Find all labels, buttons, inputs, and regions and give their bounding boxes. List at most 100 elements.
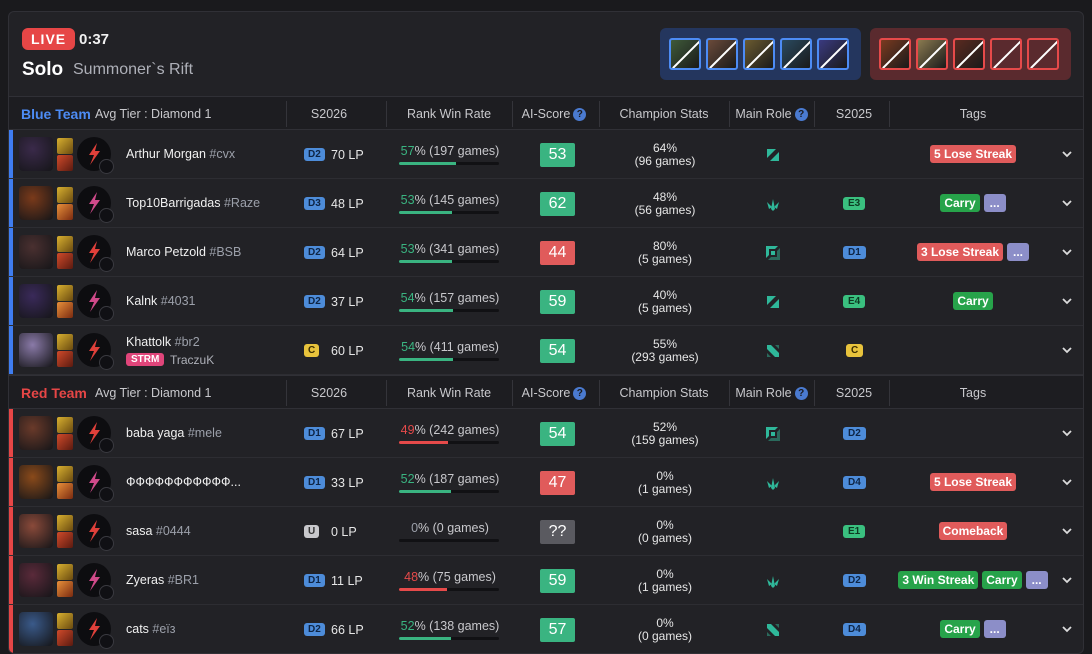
rank-win-rate: 54% (411 games)	[399, 340, 501, 354]
previous-season-badge: C	[846, 344, 864, 357]
player-row[interactable]: Khattolk #br2 STRM TraczuK C 60 LP 54% (411 g…	[9, 326, 1083, 375]
map-name: Summoner`s Rift	[73, 61, 194, 78]
champion-icon	[19, 416, 53, 450]
summoner-name[interactable]: cats #eïз	[126, 622, 176, 636]
game-timer: 0:37	[79, 31, 110, 48]
column-header-main_role[interactable]: Main Role?	[729, 107, 814, 121]
secondary-rune-icon	[99, 634, 114, 649]
summoner-name[interactable]: baba yaga #mele	[126, 426, 222, 440]
player-row[interactable]: baba yaga #mele D1 67 LP 49% (242 games) 54 5…	[9, 409, 1083, 458]
win-rate-bar-fill	[399, 162, 456, 165]
win-rate-games: % (157 games)	[414, 291, 500, 305]
summoner-name[interactable]: sasa #0444	[126, 524, 191, 538]
champion-icon	[19, 284, 53, 318]
summoner-spell-icon	[57, 532, 73, 548]
win-rate-bar-fill	[399, 260, 452, 263]
summoner-tag: #4031	[160, 294, 196, 308]
rank-win-rate: 0% (0 games)	[399, 521, 501, 535]
team-color-bar	[9, 326, 13, 374]
help-icon[interactable]: ?	[794, 387, 808, 400]
win-rate-games: % (411 games)	[415, 340, 499, 354]
win-rate-bar	[399, 588, 499, 591]
win-rate-bar-fill	[399, 441, 448, 444]
column-header-ai_score[interactable]: AI-Score?	[509, 107, 599, 121]
rank-win-rate: 53% (145 games)	[399, 193, 501, 207]
player-row[interactable]: cats #eïз D2 66 LP 52% (138 games) 57 0% (0 ga…	[9, 605, 1083, 653]
player-row[interactable]: Kalnk #4031 D2 37 LP 54% (157 games) 59 40% (5…	[9, 277, 1083, 326]
streamer-alias[interactable]: TraczuK	[170, 353, 214, 367]
avg-tier: Avg Tier : Diamond 1	[95, 386, 212, 400]
win-rate-games: % (242 games)	[414, 423, 500, 437]
ban-slot-icon	[817, 38, 849, 70]
champion-games: (1 games)	[637, 482, 693, 496]
previous-season-badge: E1	[843, 525, 866, 538]
summoner-name[interactable]: Arthur Morgan #cvx	[126, 147, 235, 161]
win-rate-percent: 52	[400, 619, 415, 633]
more-tags-button[interactable]: ...	[983, 194, 1006, 212]
win-rate-bar	[399, 309, 499, 312]
player-row[interactable]: Marco Petzold #BSB D2 64 LP 53% (341 games)…	[9, 228, 1083, 277]
champion-stats: 80% (5 games)	[614, 240, 716, 266]
rank-tier-badge: D2	[304, 148, 325, 161]
champion-icon	[19, 137, 53, 171]
chevron-down-icon[interactable]	[1061, 344, 1073, 356]
win-rate-percent: 57	[400, 144, 415, 158]
player-row[interactable]: Arthur Morgan #cvx D2 70 LP 57% (197 games)…	[9, 130, 1083, 179]
team-color-bar	[9, 228, 13, 276]
win-rate-percent: 49	[400, 423, 415, 437]
team-color-bar	[9, 409, 13, 457]
more-tags-button[interactable]: ...	[1007, 243, 1030, 261]
summoner-spell-icon	[57, 302, 73, 318]
mid-role-icon	[764, 621, 782, 639]
summoner-name[interactable]: Khattolk #br2	[126, 335, 200, 349]
chevron-down-icon[interactable]	[1061, 197, 1073, 209]
rank-win-rate: 49% (242 games)	[399, 423, 501, 437]
column-divider	[386, 380, 387, 406]
column-header-main_role[interactable]: Main Role?	[729, 386, 814, 400]
live-game-panel: LIVE 0:37 Solo Summoner`s Rift Blue Team…	[8, 11, 1084, 654]
previous-season-badge: E3	[843, 197, 866, 210]
rank-win-rate: 57% (197 games)	[399, 144, 501, 158]
player-row[interactable]: Zyeras #BR1 D1 11 LP 48% (75 games) 59 0% (1 g…	[9, 556, 1083, 605]
more-tags-button[interactable]: ...	[1025, 571, 1048, 589]
player-row[interactable]: ФФФФФФФФФФФ... D1 33 LP 52% (187 games) 47 0…	[9, 458, 1083, 507]
chevron-down-icon[interactable]	[1061, 623, 1073, 635]
summoner-name[interactable]: ФФФФФФФФФФФ...	[126, 475, 241, 489]
ban-slot-icon	[953, 38, 985, 70]
summoner-name[interactable]: Top10Barrigadas #Raze	[126, 196, 260, 210]
champion-stats: 0% (1 games)	[614, 470, 716, 496]
chevron-down-icon[interactable]	[1061, 525, 1073, 537]
chevron-down-icon[interactable]	[1061, 148, 1073, 160]
help-icon[interactable]: ?	[573, 387, 587, 400]
avg-tier: Avg Tier : Diamond 1	[95, 107, 212, 121]
chevron-down-icon[interactable]	[1061, 246, 1073, 258]
champion-stats: 55% (293 games)	[614, 338, 716, 364]
secondary-rune-icon	[99, 257, 114, 272]
summoner-name[interactable]: Marco Petzold #BSB	[126, 245, 241, 259]
chevron-down-icon[interactable]	[1061, 427, 1073, 439]
win-rate-bar-fill	[399, 490, 451, 493]
chevron-down-icon[interactable]	[1061, 476, 1073, 488]
ban-slot-icon	[1027, 38, 1059, 70]
champion-games: (1 games)	[637, 580, 693, 594]
player-row[interactable]: Top10Barrigadas #Raze D3 48 LP 53% (145 gam…	[9, 179, 1083, 228]
column-header-label: Tags	[959, 386, 987, 400]
rank-tier-badge: D3	[304, 197, 325, 210]
summoner-name[interactable]: Zyeras #BR1	[126, 573, 199, 587]
summoner-name[interactable]: Kalnk #4031	[126, 294, 196, 308]
chevron-down-icon[interactable]	[1061, 574, 1073, 586]
win-rate-bar-fill	[399, 358, 453, 361]
help-icon[interactable]: ?	[573, 108, 587, 121]
queue-type: Solo	[22, 59, 64, 80]
champion-stats: 48% (56 games)	[614, 191, 716, 217]
chevron-down-icon[interactable]	[1061, 295, 1073, 307]
column-header-label: AI-Score	[521, 386, 571, 400]
previous-season-badge: D2	[843, 427, 866, 440]
help-icon[interactable]: ?	[794, 108, 808, 121]
column-header-champ_stats: Champion Stats	[599, 107, 729, 121]
more-tags-button[interactable]: ...	[983, 620, 1006, 638]
rank-win-rate: 53% (341 games)	[399, 242, 501, 256]
player-row[interactable]: sasa #0444 U 0 LP 0% (0 games)?? 0% (0 games)…	[9, 507, 1083, 556]
column-header-ai_score[interactable]: AI-Score?	[509, 386, 599, 400]
team-color-bar	[9, 458, 13, 506]
